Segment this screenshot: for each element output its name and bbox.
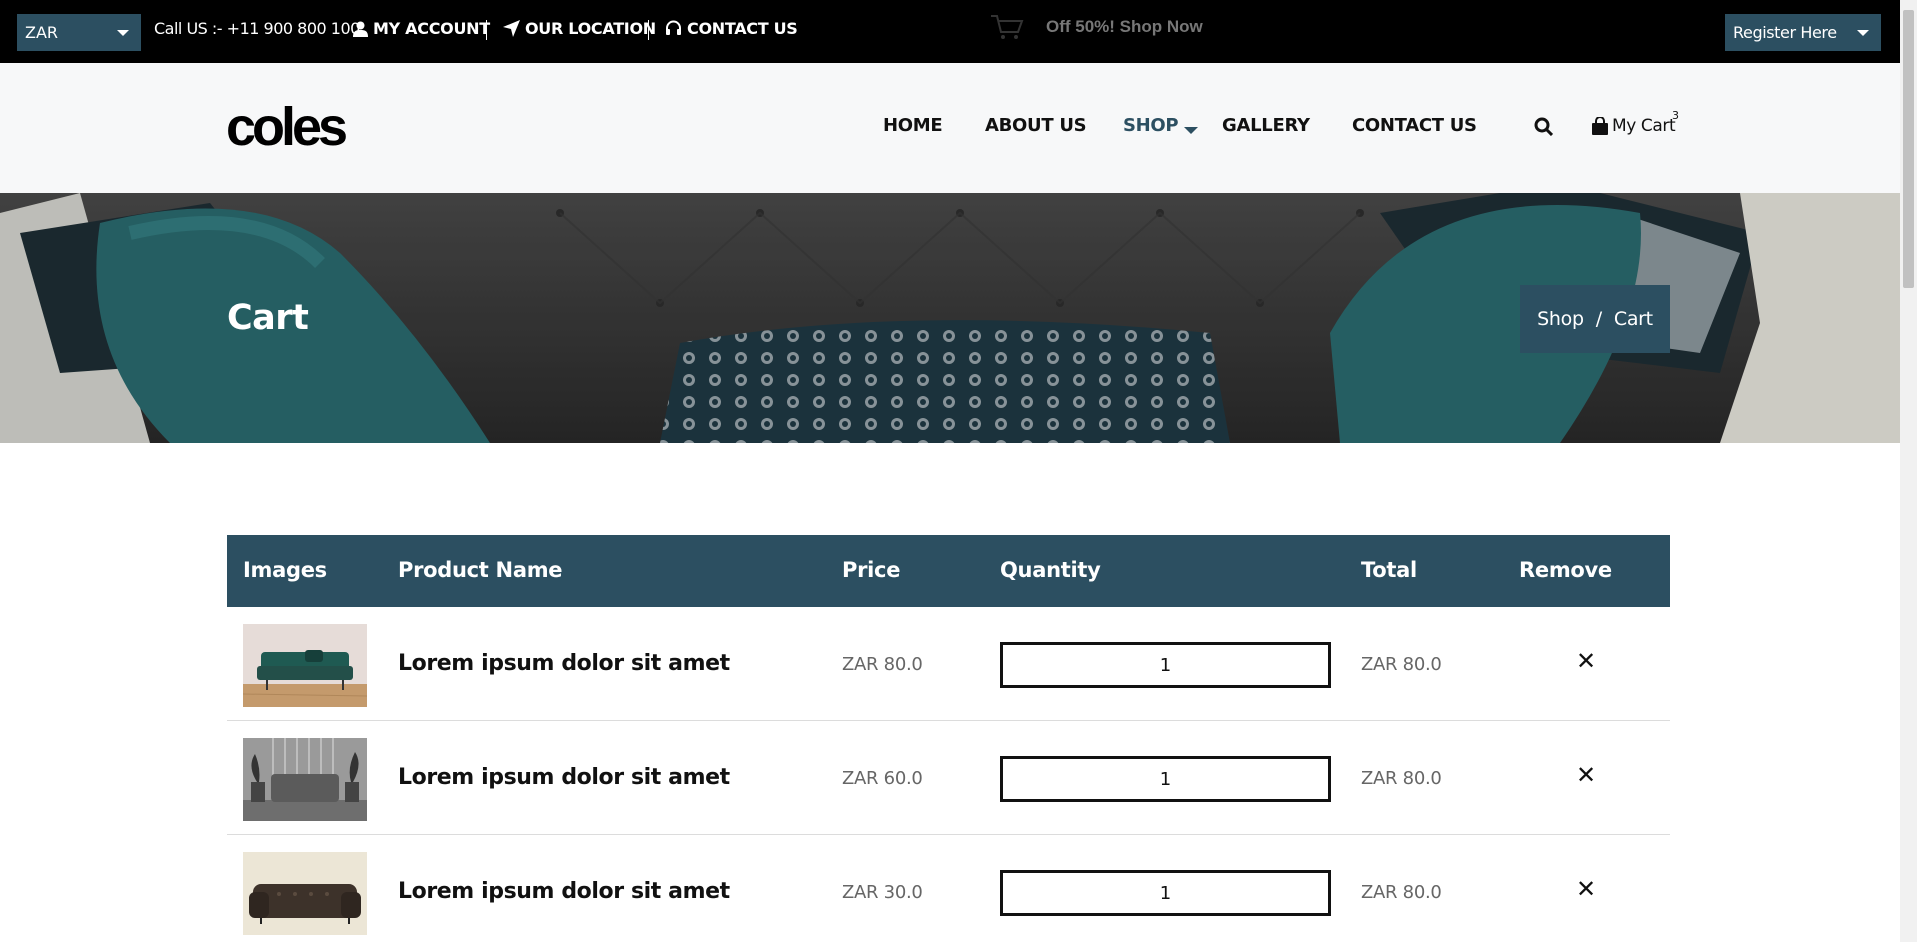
- scrollbar-thumb[interactable]: [1903, 10, 1914, 288]
- breadcrumb-shop-link[interactable]: Shop: [1537, 308, 1584, 330]
- product-name[interactable]: Lorem ipsum dolor sit amet: [398, 651, 730, 676]
- nav-gallery[interactable]: GALLERY: [1222, 115, 1310, 136]
- breadcrumb-separator: /: [1595, 308, 1602, 330]
- product-total: ZAR 80.0: [1361, 882, 1442, 903]
- product-price: ZAR 80.0: [842, 654, 923, 675]
- page: ZAR Call US :- +11 900 800 100 MY ACCOUN…: [0, 0, 1917, 942]
- shopping-bag-icon: [1592, 117, 1608, 135]
- product-total: ZAR 80.0: [1361, 654, 1442, 675]
- headset-icon: [666, 20, 681, 35]
- header-remove: Remove: [1519, 558, 1612, 582]
- location-arrow-icon: [503, 20, 520, 37]
- cart-count-badge: 3: [1672, 109, 1679, 122]
- header-quantity: Quantity: [1000, 558, 1101, 582]
- breadcrumb: Shop / Cart: [1520, 285, 1670, 353]
- chevron-down-icon: [1857, 30, 1869, 36]
- my-cart-link[interactable]: My Cart: [1592, 116, 1676, 136]
- header-images: Images: [243, 558, 327, 582]
- promo-banner[interactable]: Off 50%! Shop Now: [990, 14, 1203, 40]
- divider: [486, 20, 487, 40]
- call-us-text: Call US :- +11 900 800 100: [154, 19, 360, 38]
- my-cart-label: My Cart: [1612, 116, 1676, 136]
- breadcrumb-current: Cart: [1613, 308, 1653, 330]
- header-total: Total: [1361, 558, 1417, 582]
- nav-contact[interactable]: CONTACT US: [1352, 115, 1477, 136]
- search-button[interactable]: [1534, 117, 1554, 140]
- product-price: ZAR 60.0: [842, 768, 923, 789]
- search-icon: [1534, 117, 1554, 137]
- table-row: Lorem ipsum dolor sit amet ZAR 60.0 ZAR …: [227, 721, 1670, 835]
- top-bar: ZAR Call US :- +11 900 800 100 MY ACCOUN…: [0, 0, 1900, 63]
- register-label: Register Here: [1733, 23, 1837, 42]
- table-header: Images Product Name Price Quantity Total…: [227, 535, 1670, 607]
- shopping-cart-icon: [991, 15, 1024, 39]
- promo-text: Off 50%! Shop Now: [1046, 17, 1203, 36]
- quantity-input[interactable]: [1000, 870, 1331, 916]
- product-image-grey-sofa[interactable]: [243, 738, 367, 821]
- logo[interactable]: coles: [226, 100, 348, 154]
- product-image-leather-sofa[interactable]: [243, 852, 367, 935]
- product-image-green-sofa[interactable]: [243, 624, 367, 707]
- product-name[interactable]: Lorem ipsum dolor sit amet: [398, 879, 730, 904]
- remove-button[interactable]: ✕: [1576, 877, 1596, 901]
- site-header: coles HOME ABOUT US SHOP GALLERY CONTACT…: [0, 63, 1900, 193]
- product-price: ZAR 30.0: [842, 882, 923, 903]
- currency-value: ZAR: [25, 23, 59, 42]
- table-row: Lorem ipsum dolor sit amet ZAR 30.0 ZAR …: [227, 835, 1670, 942]
- vertical-scrollbar[interactable]: [1900, 0, 1917, 942]
- nav-about[interactable]: ABOUT US: [985, 115, 1087, 136]
- remove-button[interactable]: ✕: [1576, 649, 1596, 673]
- page-title: Cart: [227, 298, 309, 338]
- our-location-label: OUR LOCATION: [525, 19, 656, 38]
- my-account-label: MY ACCOUNT: [373, 19, 490, 38]
- close-icon: ✕: [1576, 761, 1597, 789]
- chevron-down-icon[interactable]: [1184, 127, 1198, 134]
- register-select[interactable]: Register Here: [1725, 14, 1881, 51]
- user-icon: [353, 21, 368, 37]
- close-icon: ✕: [1576, 647, 1597, 675]
- quantity-input[interactable]: [1000, 756, 1331, 802]
- chevron-down-icon: [117, 30, 129, 36]
- currency-select[interactable]: ZAR: [17, 14, 141, 51]
- nav-shop[interactable]: SHOP: [1123, 115, 1179, 136]
- cart-table: Images Product Name Price Quantity Total…: [227, 535, 1670, 942]
- divider: [648, 20, 649, 40]
- table-row: Lorem ipsum dolor sit amet ZAR 80.0 ZAR …: [227, 607, 1670, 721]
- page-banner: Cart Shop / Cart: [0, 193, 1900, 443]
- my-account-link[interactable]: MY ACCOUNT: [353, 19, 490, 38]
- product-total: ZAR 80.0: [1361, 768, 1442, 789]
- product-name[interactable]: Lorem ipsum dolor sit amet: [398, 765, 730, 790]
- header-product-name: Product Name: [398, 558, 563, 582]
- contact-us-link[interactable]: CONTACT US: [665, 19, 798, 38]
- close-icon: ✕: [1576, 875, 1597, 903]
- contact-us-label: CONTACT US: [687, 19, 798, 38]
- nav-home[interactable]: HOME: [883, 115, 943, 136]
- header-price: Price: [842, 558, 901, 582]
- our-location-link[interactable]: OUR LOCATION: [503, 19, 656, 38]
- quantity-input[interactable]: [1000, 642, 1331, 688]
- remove-button[interactable]: ✕: [1576, 763, 1596, 787]
